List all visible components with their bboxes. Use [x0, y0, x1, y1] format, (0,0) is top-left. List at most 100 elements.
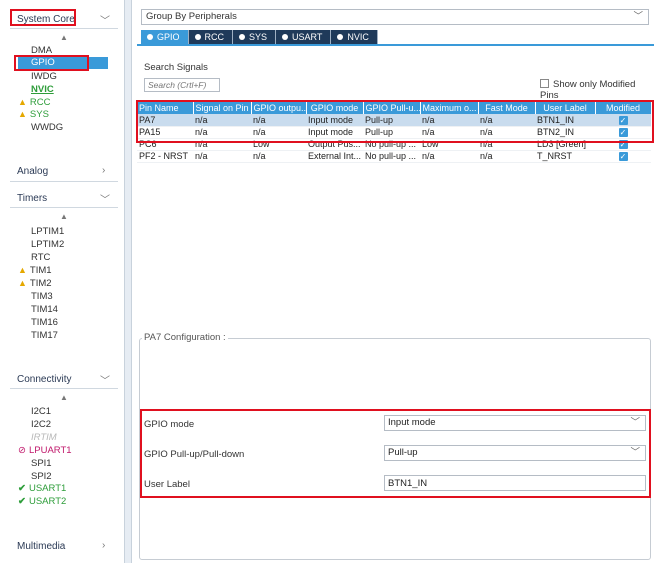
sidebar-item-lpuart1[interactable]: ⊘ LPUART1	[18, 445, 72, 456]
cell-signal: n/a	[193, 114, 251, 127]
gpio-pull-value: Pull-up	[388, 447, 418, 458]
table-row[interactable]: PC6 n/a Low Output Pus... No pull-up ...…	[137, 138, 651, 151]
scroll-up-icon[interactable]: ▲	[60, 212, 68, 221]
column-header-gpio-output[interactable]: GPIO outpu...	[251, 102, 307, 114]
sidebar-item-usart1[interactable]: ✔ USART1	[18, 483, 66, 494]
cell-max: n/a	[420, 114, 478, 127]
cell-signal: n/a	[193, 150, 251, 163]
category-connectivity[interactable]: Connectivity	[17, 374, 71, 385]
column-header-user-label[interactable]: User Label	[535, 102, 596, 114]
category-timers[interactable]: Timers	[17, 193, 47, 204]
sidebar-item-sys[interactable]: ▲ SYS	[18, 109, 49, 120]
sidebar-item-wwdg[interactable]: WWDG	[31, 122, 63, 133]
sidebar-item-spi2[interactable]: SPI2	[31, 471, 52, 482]
sidebar-item-usart2[interactable]: ✔ USART2	[18, 496, 66, 507]
column-header-pin-name[interactable]: Pin Name	[137, 102, 194, 114]
table-row[interactable]: PF2 - NRST n/a n/a External Int... No pu…	[137, 150, 651, 163]
pin-configuration-title: PA7 Configuration :	[142, 332, 228, 343]
sidebar-item-label: USART1	[28, 483, 67, 494]
category-multimedia[interactable]: Multimedia	[17, 541, 65, 552]
checkbox-checked-icon[interactable]: ✓	[618, 152, 628, 161]
checkmark-icon: ✔	[18, 483, 26, 494]
sidebar-item-iwdg[interactable]: IWDG	[31, 71, 57, 82]
sidebar-item-tim1[interactable]: ▲ TIM1	[18, 265, 52, 276]
chevron-down-icon[interactable]: ﹀	[100, 191, 110, 206]
tab-rcc[interactable]: RCC	[188, 30, 234, 44]
main-panel: Group By Peripherals ﹀ GPIO RCC SYS USAR…	[136, 0, 654, 563]
table-row[interactable]: PA15 n/a n/a Input mode Pull-up n/a n/a …	[137, 126, 651, 139]
cell-modified: ✓	[595, 126, 651, 139]
sidebar-item-lptim2[interactable]: LPTIM2	[31, 239, 64, 250]
user-label-input[interactable]	[384, 475, 646, 491]
sidebar-item-tim17[interactable]: TIM17	[31, 330, 58, 341]
cell-label: LD3 [Green]	[535, 138, 595, 151]
sidebar-item-dma[interactable]: DMA	[31, 45, 52, 56]
search-input[interactable]	[144, 78, 220, 92]
gpio-mode-select[interactable]: Input mode ﹀	[384, 415, 646, 431]
gpio-mode-label: GPIO mode	[144, 419, 195, 430]
sidebar-item-tim3[interactable]: TIM3	[31, 291, 53, 302]
cell-pull: Pull-up	[363, 126, 420, 139]
status-dot-icon	[337, 34, 344, 40]
signals-table: Pin Name Signal on Pin GPIO outpu... GPI…	[137, 102, 652, 163]
tab-sys[interactable]: SYS	[233, 30, 277, 44]
peripheral-tabs: GPIO RCC SYS USART NVIC	[141, 30, 378, 44]
column-header-max-speed[interactable]: Maximum o...	[420, 102, 479, 114]
sidebar-item-spi1[interactable]: SPI1	[31, 458, 52, 469]
group-by-value: Group By Peripherals	[146, 11, 237, 22]
sidebar-item-rcc[interactable]: ▲ RCC	[18, 97, 51, 108]
sidebar-item-irtim[interactable]: IRTIM	[31, 432, 57, 443]
scroll-up-icon[interactable]: ▲	[60, 33, 68, 42]
chevron-right-icon[interactable]: ›	[102, 165, 105, 176]
checkbox-icon	[540, 79, 549, 88]
cell-pin: PA7	[137, 114, 193, 127]
divider	[10, 28, 118, 29]
chevron-down-icon[interactable]: ﹀	[100, 372, 110, 387]
cell-mode: Input mode	[306, 114, 363, 127]
chevron-right-icon[interactable]: ›	[102, 540, 105, 551]
tab-usart[interactable]: USART	[276, 30, 332, 44]
checkbox-checked-icon[interactable]: ✓	[618, 128, 628, 137]
tab-label: SYS	[249, 32, 268, 42]
sidebar-item-gpio[interactable]: GPIO	[18, 57, 108, 69]
sidebar-item-tim2[interactable]: ▲ TIM2	[18, 278, 52, 289]
column-header-signal[interactable]: Signal on Pin	[193, 102, 252, 114]
tab-gpio[interactable]: GPIO	[141, 30, 189, 44]
sidebar-item-i2c2[interactable]: I2C2	[31, 419, 51, 430]
scroll-up-icon[interactable]: ▲	[60, 393, 68, 402]
column-header-modified[interactable]: Modified	[595, 102, 652, 114]
sidebar-item-label: TIM2	[29, 278, 52, 289]
column-header-fast-mode[interactable]: Fast Mode	[478, 102, 536, 114]
category-analog[interactable]: Analog	[17, 166, 48, 177]
gpio-pull-select[interactable]: Pull-up ﹀	[384, 445, 646, 461]
sidebar-item-label: USART2	[28, 496, 67, 507]
checkbox-checked-icon[interactable]: ✓	[618, 115, 628, 125]
column-header-gpio-mode[interactable]: GPIO mode	[306, 102, 364, 114]
sidebar-item-label: LPUART1	[28, 445, 72, 456]
group-by-select[interactable]: Group By Peripherals ﹀	[141, 9, 649, 25]
warning-icon: ▲	[18, 97, 27, 107]
chevron-down-icon[interactable]: ﹀	[100, 12, 110, 27]
cell-label: T_NRST	[535, 150, 595, 163]
cell-output: Low	[251, 138, 306, 151]
tab-nvic[interactable]: NVIC	[331, 30, 378, 44]
sidebar-item-rtc[interactable]: RTC	[31, 252, 50, 263]
divider	[10, 207, 118, 208]
sidebar-item-i2c1[interactable]: I2C1	[31, 406, 51, 417]
checkbox-checked-icon[interactable]: ✓	[618, 140, 628, 149]
cell-signal: n/a	[193, 138, 251, 151]
cell-mode: Input mode	[306, 126, 363, 139]
cell-max: n/a	[420, 150, 478, 163]
sidebar-item-tim16[interactable]: TIM16	[31, 317, 58, 328]
sidebar-item-label: RCC	[29, 97, 51, 108]
column-header-pull[interactable]: GPIO Pull-u...	[363, 102, 421, 114]
sidebar-splitter[interactable]	[124, 0, 132, 563]
category-system-core[interactable]: System Core	[17, 14, 75, 25]
sidebar-item-lptim1[interactable]: LPTIM1	[31, 226, 64, 237]
sidebar-item-tim14[interactable]: TIM14	[31, 304, 58, 315]
table-row[interactable]: PA7 n/a n/a Input mode Pull-up n/a n/a B…	[137, 114, 651, 127]
divider	[10, 388, 118, 389]
sidebar-item-nvic[interactable]: NVIC	[31, 84, 54, 95]
show-modified-checkbox[interactable]: Show only Modified Pins	[540, 79, 654, 101]
sidebar-item-label: TIM1	[29, 265, 52, 276]
